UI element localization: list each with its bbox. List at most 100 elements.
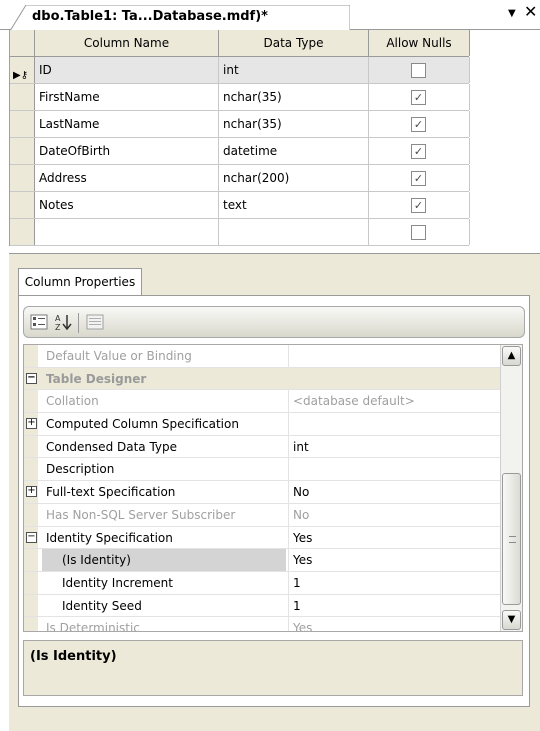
property-row[interactable]: Default Value or Binding (24, 345, 522, 368)
column-name-cell[interactable]: FirstName (35, 84, 219, 110)
header-allow-nulls[interactable]: Allow Nulls (369, 30, 470, 56)
property-row[interactable]: (Is Identity) Yes (24, 549, 522, 572)
table-row[interactable]: FirstName nchar(35) ✓ (10, 84, 470, 111)
row-selector[interactable] (10, 138, 35, 164)
column-name-cell[interactable]: Address (35, 165, 219, 191)
property-value[interactable]: 1 (288, 594, 500, 617)
property-row[interactable]: + Full-text Specification No (24, 481, 522, 504)
data-type-cell[interactable]: nchar(200) (219, 165, 369, 191)
table-row[interactable]: Notes text ✓ (10, 192, 470, 219)
allow-nulls-checkbox[interactable] (411, 225, 426, 240)
row-selector[interactable]: ▶⚷ (10, 57, 35, 83)
allow-nulls-cell[interactable]: ✓ (369, 192, 470, 218)
property-gutter (24, 345, 38, 367)
property-value[interactable]: 1 (288, 571, 500, 594)
property-name: Collation (46, 394, 99, 409)
scrollbar-thumb[interactable] (502, 473, 521, 605)
column-name-cell[interactable]: ID (35, 57, 219, 83)
row-selector[interactable] (10, 165, 35, 191)
column-name-cell[interactable]: LastName (35, 111, 219, 137)
close-icon[interactable]: ✕ (524, 4, 537, 20)
table-row[interactable]: Address nchar(200) ✓ (10, 165, 470, 192)
column-name-cell[interactable]: Notes (35, 192, 219, 218)
scroll-down-icon[interactable]: ▼ (502, 610, 521, 630)
property-gutter (24, 503, 38, 526)
allow-nulls-cell[interactable]: ✓ (369, 111, 470, 137)
property-row[interactable]: Condensed Data Type int (24, 435, 522, 459)
property-value[interactable] (288, 458, 500, 481)
header-column-name[interactable]: Column Name (35, 30, 219, 56)
column-name-cell[interactable] (35, 219, 219, 245)
table-row[interactable] (10, 219, 470, 246)
allow-nulls-checkbox[interactable]: ✓ (411, 198, 426, 213)
document-tab[interactable]: dbo.Table1: Ta...Database.mdf)* (10, 5, 350, 31)
property-gutter (24, 435, 38, 458)
allow-nulls-checkbox[interactable] (411, 63, 426, 78)
property-name: (Is Identity) (42, 549, 286, 571)
property-value[interactable]: Yes (288, 549, 500, 571)
data-type-cell[interactable]: nchar(35) (219, 111, 369, 137)
chevron-down-icon[interactable]: ▼ (508, 8, 516, 19)
vertical-scrollbar[interactable]: ▲ ▼ (500, 345, 522, 631)
grid-corner[interactable] (10, 30, 35, 56)
row-selector[interactable] (10, 84, 35, 110)
data-type-cell[interactable]: text (219, 192, 369, 218)
expand-plus-icon[interactable]: + (26, 486, 37, 498)
svg-text:A: A (55, 314, 61, 323)
table-row[interactable]: ▶⚷ ID int (10, 57, 470, 84)
property-name: Description (46, 462, 115, 477)
row-selector[interactable] (10, 219, 35, 245)
property-row[interactable]: Identity Increment 1 (24, 571, 522, 595)
property-name: Default Value or Binding (46, 349, 192, 363)
data-type-cell[interactable]: datetime (219, 138, 369, 164)
property-name: Identity Seed (62, 598, 142, 613)
row-selector[interactable] (10, 111, 35, 137)
property-row[interactable]: − Table Designer (24, 367, 522, 391)
property-row[interactable]: Is Deterministic Yes (24, 617, 522, 631)
data-type-cell[interactable]: int (219, 57, 369, 83)
expand-plus-icon[interactable]: + (26, 418, 37, 430)
categorized-icon[interactable] (28, 312, 50, 332)
allow-nulls-cell[interactable] (369, 219, 470, 245)
collapse-minus-icon[interactable]: − (26, 372, 37, 384)
property-row[interactable]: − Identity Specification Yes (24, 526, 522, 550)
allow-nulls-cell[interactable]: ✓ (369, 165, 470, 191)
allow-nulls-cell[interactable]: ✓ (369, 84, 470, 110)
allow-nulls-checkbox[interactable]: ✓ (411, 90, 426, 105)
allow-nulls-cell[interactable]: ✓ (369, 138, 470, 164)
property-name: Computed Column Specification (46, 417, 239, 432)
data-type-cell[interactable] (219, 219, 369, 245)
row-selector[interactable] (10, 192, 35, 218)
scroll-up-icon[interactable]: ▲ (502, 346, 521, 366)
data-type-cell[interactable]: nchar(35) (219, 84, 369, 110)
property-row[interactable]: Identity Seed 1 (24, 594, 522, 618)
property-value[interactable]: int (288, 435, 500, 458)
property-value[interactable]: No (288, 503, 500, 526)
tab-column-properties[interactable]: Column Properties (18, 268, 142, 296)
property-value[interactable] (288, 413, 500, 435)
table-row[interactable]: DateOfBirth datetime ✓ (10, 138, 470, 165)
allow-nulls-checkbox[interactable]: ✓ (411, 171, 426, 186)
property-row[interactable]: + Computed Column Specification (24, 413, 522, 436)
column-name-cell[interactable]: DateOfBirth (35, 138, 219, 164)
property-row[interactable]: Collation <database default> (24, 390, 522, 414)
header-data-type[interactable]: Data Type (219, 30, 369, 56)
property-row[interactable]: Description (24, 458, 522, 482)
property-name: Table Designer (46, 371, 147, 386)
table-row[interactable]: LastName nchar(35) ✓ (10, 111, 470, 138)
property-value[interactable] (288, 345, 500, 367)
property-value[interactable]: Yes (288, 617, 500, 631)
allow-nulls-cell[interactable] (369, 57, 470, 83)
sort-az-icon[interactable]: A Z (52, 312, 74, 332)
property-value[interactable]: No (288, 481, 500, 503)
allow-nulls-checkbox[interactable]: ✓ (411, 117, 426, 132)
property-row[interactable]: Has Non-SQL Server Subscriber No (24, 503, 522, 527)
property-value[interactable]: Yes (288, 526, 500, 549)
property-name: Full-text Specification (46, 485, 176, 500)
collapse-minus-icon[interactable]: − (26, 531, 37, 543)
property-toolbar: A Z (23, 306, 525, 338)
property-gutter (24, 571, 38, 594)
allow-nulls-checkbox[interactable]: ✓ (411, 144, 426, 159)
property-value[interactable]: <database default> (288, 390, 500, 413)
property-pages-icon[interactable] (84, 312, 106, 332)
